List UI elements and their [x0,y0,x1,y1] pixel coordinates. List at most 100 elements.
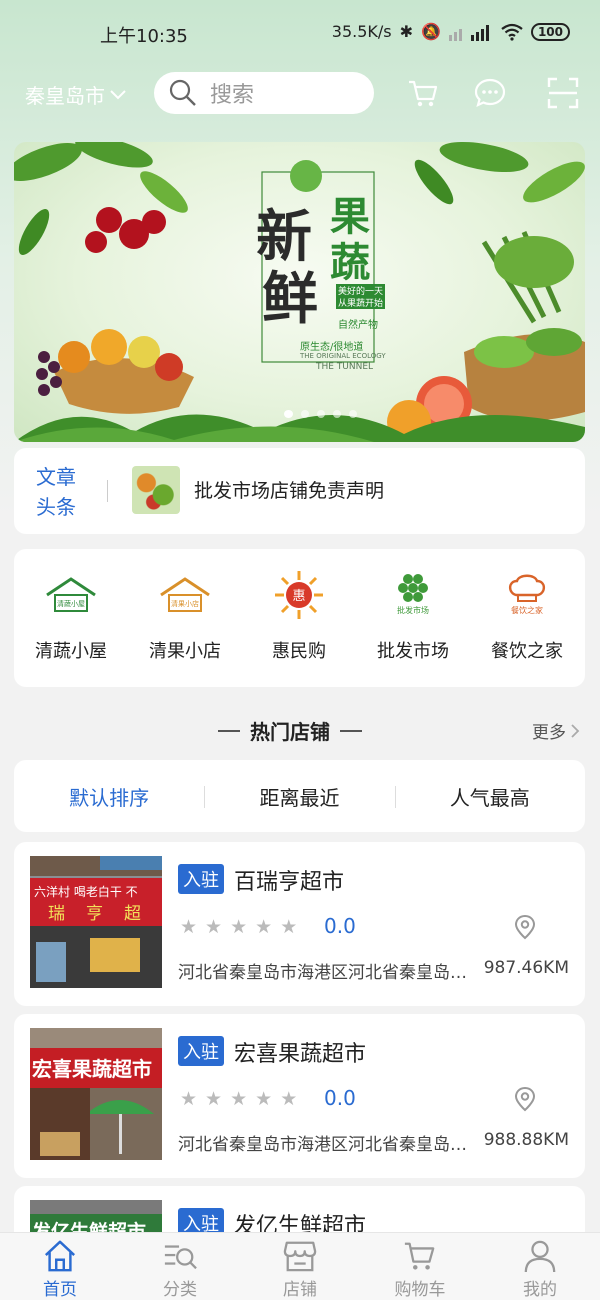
category-huimin[interactable]: 惠 惠民购 [242,549,356,687]
category-wholesale[interactable]: 批发市场 批发市场 [356,549,470,687]
category-label: 清果小店 [149,641,221,662]
banner-dot[interactable] [317,410,325,418]
headline-notice[interactable]: 文章 头条 批发市场店铺免责声明 [14,448,585,534]
svg-text:清蔬小屋: 清蔬小屋 [57,599,85,608]
top-header: 秦皇岛市 搜索 [0,70,600,118]
shop-address: 河北省秦皇岛市海港区河北省秦皇岛市海港区 [178,963,468,983]
cart-icon[interactable] [406,76,440,110]
tab-label: 店铺 [283,1280,317,1300]
title-dash [340,729,362,732]
tab-store[interactable]: 店铺 [240,1233,360,1300]
rating-value: 0.0 [324,1086,356,1110]
home-icon [44,1240,76,1272]
notice-text[interactable]: 批发市场店铺免责声明 [194,476,384,503]
category-label: 餐饮之家 [491,641,563,662]
city-selector[interactable]: 秦皇岛市 [25,80,127,109]
tab-cart[interactable]: 购物车 [360,1233,480,1300]
shop-card[interactable]: 六洋村 喝老白干 不 瑞 亨 超 入驻 百瑞亨超市 ★ ★ ★ ★ ★ 0.0 河北省秦… [14,842,585,1006]
location-pin-icon[interactable] [513,1086,537,1112]
wholesale-grapes-icon: 批发市场 [383,571,443,619]
sort-nearest[interactable]: 距离最近 [204,782,394,811]
svg-text:超: 超 [124,904,141,924]
sort-popular[interactable]: 人气最高 [394,782,585,811]
tab-label: 购物车 [394,1280,446,1300]
tab-home[interactable]: 首页 [0,1233,120,1300]
banner-slogan-2: 从果蔬开始 [336,296,386,309]
rating-stars: ★ ★ ★ ★ ★ [180,1088,297,1110]
banner-dot[interactable] [333,410,341,418]
svg-text:六洋村 喝老白干 不: 六洋村 喝老白干 不 [34,884,138,899]
cart-icon [404,1242,435,1270]
message-icon[interactable] [473,76,507,110]
scan-icon[interactable] [546,76,580,110]
shop-distance: 988.88KM [483,1130,569,1150]
title-dash [218,729,240,732]
banner-sub: 原生态/很地道 [300,342,364,353]
settled-badge: 入驻 [178,864,224,894]
tab-label: 我的 [523,1280,557,1300]
hot-shops-header: 热门店铺 更多 [0,714,600,746]
shop-name[interactable]: 宏喜果蔬超市 [234,1036,366,1068]
chevron-down-icon [110,89,126,99]
star-icon: ★ [255,1088,273,1110]
wifi-icon [501,23,523,41]
category-grid: 清蔬小屋 清蔬小屋 清果小店 清果小店 惠 惠民购 批发市场 批发市场 餐饮之家… [14,549,585,687]
tab-label: 分类 [163,1280,197,1300]
shop-name[interactable]: 百瑞亨超市 [234,864,344,896]
city-name: 秦皇岛市 [25,84,105,108]
svg-text:亨: 亨 [86,904,103,924]
star-icon: ★ [180,1088,198,1110]
notice-tag-line1: 文章 [36,465,76,489]
user-icon [524,1240,556,1273]
tab-label: 首页 [43,1280,77,1300]
sort-default[interactable]: 默认排序 [14,782,204,811]
discount-burst-icon: 惠 [269,571,329,619]
location-pin-icon[interactable] [513,914,537,940]
rating-stars: ★ ★ ★ ★ ★ [180,916,297,938]
notice-tag: 文章 头条 [36,462,80,522]
category-qingshu[interactable]: 清蔬小屋 清蔬小屋 [14,549,128,687]
search-placeholder: 搜索 [210,83,255,108]
svg-text:清果小店: 清果小店 [171,599,199,608]
shop-photo: 宏喜果蔬超市 [30,1028,162,1160]
status-bar: 上午10:35 35.5K/s ✱ 🔕 100 [0,0,600,64]
banner-dot[interactable] [284,410,293,418]
settled-badge: 入驻 [178,1036,224,1066]
category-catering[interactable]: 餐饮之家 餐饮之家 [470,549,584,687]
category-label: 批发市场 [377,641,449,662]
category-qingguo[interactable]: 清果小店 清果小店 [128,549,242,687]
star-icon: ★ [230,916,248,938]
battery-indicator: 100 [530,22,570,41]
category-label: 清蔬小屋 [35,641,107,662]
banner-headline: 新 鲜 果 蔬 美好的一天 从果蔬开始 自然产物 原生态/很地道 THE ORI… [256,182,404,382]
status-time: 上午10:35 [100,26,188,47]
shop-address: 河北省秦皇岛市海港区河北省秦皇岛市海港区 [178,1135,468,1155]
network-speed: 35.5K/s [331,22,392,41]
promo-banner[interactable]: 新 鲜 果 蔬 美好的一天 从果蔬开始 自然产物 原生态/很地道 THE ORI… [14,142,585,442]
notice-thumbnail [132,466,180,514]
banner-pagination[interactable] [284,410,357,418]
tab-mine[interactable]: 我的 [480,1233,600,1300]
orange-house-icon: 清果小店 [155,571,215,619]
tab-category[interactable]: 分类 [120,1233,240,1300]
shop-card[interactable]: 宏喜果蔬超市 入驻 宏喜果蔬超市 ★ ★ ★ ★ ★ 0.0 河北省秦皇岛市海港区河北省… [14,1014,585,1178]
shop-photo: 六洋村 喝老白干 不 瑞 亨 超 [30,856,162,988]
star-icon: ★ [230,1088,248,1110]
banner-dot[interactable] [301,410,309,418]
status-icons: 35.5K/s ✱ 🔕 100 [332,22,570,41]
banner-en2: THE TUNNEL [316,362,374,372]
sort-bar: 默认排序 距离最近 人气最高 [14,760,585,832]
search-bar[interactable]: 搜索 [154,72,374,114]
bluetooth-icon: ✱ [399,22,414,41]
section-title: 热门店铺 [218,716,362,745]
section-title-text: 热门店铺 [250,720,330,744]
more-link[interactable]: 更多 [532,718,580,743]
svg-text:批发市场: 批发市场 [397,605,429,615]
rating-value: 0.0 [324,914,356,938]
star-icon: ★ [255,916,273,938]
banner-char-2: 鲜 [262,266,318,332]
signal-icon [448,24,489,41]
banner-en1: THE ORIGINAL ECOLOGY [300,352,386,360]
banner-dot[interactable] [349,410,357,418]
svg-text:惠: 惠 [292,589,305,604]
